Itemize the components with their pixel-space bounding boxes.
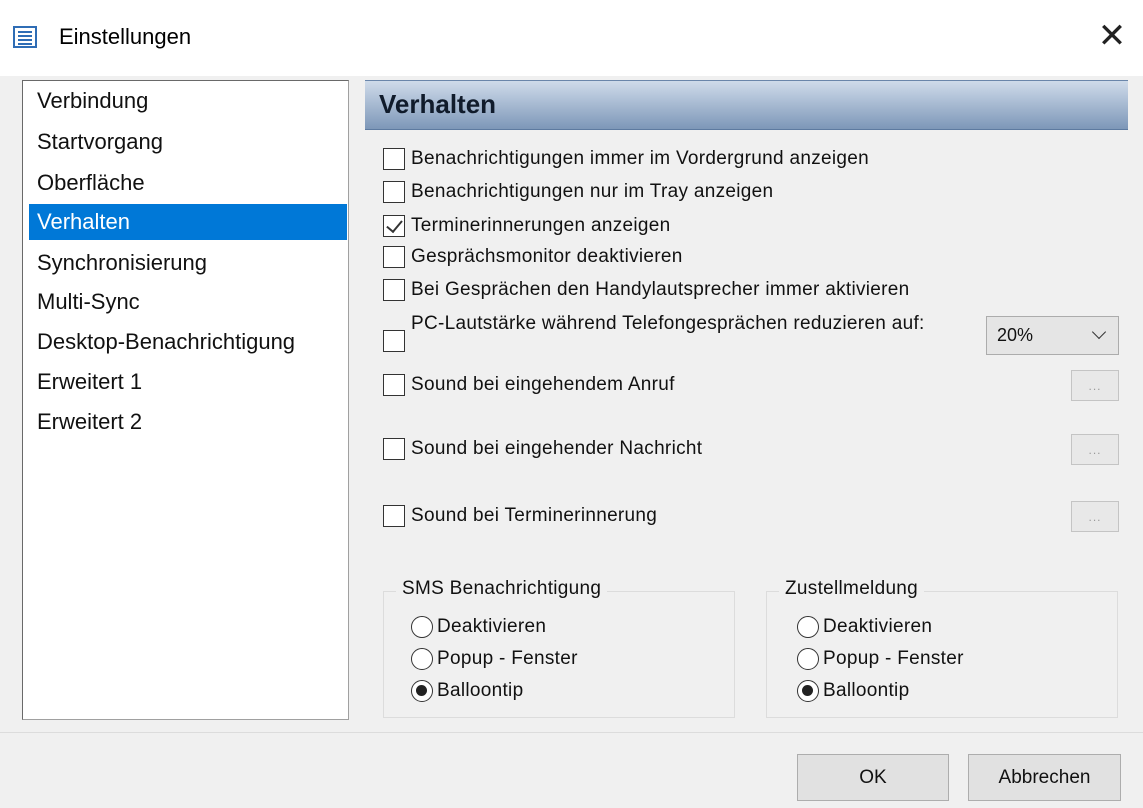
chevron-down-icon xyxy=(1091,324,1107,340)
radio-button[interactable] xyxy=(411,680,433,702)
checkbox-label: Terminerinnerungen anzeigen xyxy=(411,215,671,236)
radio-label: Deaktivieren xyxy=(437,616,547,637)
checkbox-label: Benachrichtigungen nur im Tray anzeigen xyxy=(411,181,774,202)
checkbox[interactable] xyxy=(383,505,405,527)
nav-item-verhalten[interactable]: Verhalten xyxy=(29,204,347,240)
option-disable-call-monitor[interactable]: Gesprächsmonitor deaktivieren xyxy=(383,242,683,272)
option-speakerphone-always[interactable]: Bei Gesprächen den Handylautsprecher imm… xyxy=(383,275,910,305)
option-show-reminders[interactable]: Terminerinnerungen anzeigen xyxy=(383,211,671,241)
radio-label: Deaktivieren xyxy=(823,616,933,637)
sms-radio-popup[interactable]: Popup - Fenster xyxy=(411,644,578,674)
delivery-report-group: Zustellmeldung Deaktivieren Popup - Fens… xyxy=(766,578,1118,718)
radio-label: Popup - Fenster xyxy=(823,648,964,669)
checkbox[interactable] xyxy=(383,330,405,352)
cancel-button[interactable]: Abbrechen xyxy=(968,754,1121,801)
nav-item-erweitert-1[interactable]: Erweitert 1 xyxy=(29,364,347,400)
nav-item-startvorgang[interactable]: Startvorgang xyxy=(29,124,347,160)
settings-list-icon xyxy=(13,26,37,48)
checkbox-label: Gesprächsmonitor deaktivieren xyxy=(411,246,683,267)
checkbox[interactable] xyxy=(383,374,405,396)
radio-button[interactable] xyxy=(797,680,819,702)
radio-label: Balloontip xyxy=(823,680,910,701)
delivery-radio-deaktivieren[interactable]: Deaktivieren xyxy=(797,612,932,642)
volume-level-dropdown[interactable]: 20% xyxy=(986,316,1119,355)
checkbox[interactable] xyxy=(383,148,405,170)
panel-header: Verhalten xyxy=(365,80,1128,130)
checkbox-label: Bei Gesprächen den Handylautsprecher imm… xyxy=(411,279,910,300)
radio-button[interactable] xyxy=(797,616,819,638)
checkbox[interactable] xyxy=(383,279,405,301)
browse-sound-reminder-button[interactable]: ... xyxy=(1071,501,1119,532)
option-notifications-foreground[interactable]: Benachrichtigungen immer im Vordergrund … xyxy=(383,144,869,174)
dialog-footer: OK Abbrechen xyxy=(0,732,1143,808)
radio-button[interactable] xyxy=(411,648,433,670)
nav-item-verbindung[interactable]: Verbindung xyxy=(29,83,347,119)
delivery-radio-popup[interactable]: Popup - Fenster xyxy=(797,644,964,674)
checkbox-label: Sound bei eingehendem Anruf xyxy=(411,374,675,395)
radio-label: Balloontip xyxy=(437,680,524,701)
option-sound-incoming-message[interactable]: Sound bei eingehender Nachricht xyxy=(383,434,702,464)
volume-level-value: 20% xyxy=(997,325,1034,345)
option-sound-incoming-call[interactable]: Sound bei eingehendem Anruf xyxy=(383,370,675,400)
close-button[interactable]: ✕ xyxy=(1095,18,1129,56)
option-sound-reminder[interactable]: Sound bei Terminerinnerung xyxy=(383,501,657,531)
checkbox[interactable] xyxy=(383,215,405,237)
panel-title: Verhalten xyxy=(379,89,497,119)
sms-notification-group: SMS Benachrichtigung Deaktivieren Popup … xyxy=(383,578,735,718)
sms-radio-deaktivieren[interactable]: Deaktivieren xyxy=(411,612,546,642)
window-title: Einstellungen xyxy=(59,24,192,49)
title-bar: Einstellungen ✕ xyxy=(0,0,1143,76)
radio-label: Popup - Fenster xyxy=(437,648,578,669)
option-notifications-tray-only[interactable]: Benachrichtigungen nur im Tray anzeigen xyxy=(383,177,773,207)
radio-button[interactable] xyxy=(411,616,433,638)
group-title: SMS Benachrichtigung xyxy=(396,578,608,600)
checkbox-label: Sound bei Terminerinnerung xyxy=(411,505,658,526)
checkbox-label: Benachrichtigungen immer im Vordergrund … xyxy=(411,148,869,169)
browse-sound-message-button[interactable]: ... xyxy=(1071,434,1119,465)
sms-radio-balloontip[interactable]: Balloontip xyxy=(411,676,523,706)
nav-item-multi-sync[interactable]: Multi-Sync xyxy=(29,284,347,320)
delivery-radio-balloontip[interactable]: Balloontip xyxy=(797,676,909,706)
ok-button[interactable]: OK xyxy=(797,754,949,801)
option-reduce-pc-volume[interactable] xyxy=(383,326,405,356)
checkbox[interactable] xyxy=(383,181,405,203)
nav-item-erweitert-2[interactable]: Erweitert 2 xyxy=(29,404,347,440)
checkbox[interactable] xyxy=(383,246,405,268)
nav-item-desktop-benachrichtigung[interactable]: Desktop-Benachrichtigung xyxy=(29,324,347,360)
checkbox-label: Sound bei eingehender Nachricht xyxy=(411,438,703,459)
group-title: Zustellmeldung xyxy=(779,578,925,600)
radio-button[interactable] xyxy=(797,648,819,670)
settings-nav-list[interactable]: Verbindung Startvorgang Oberfläche Verha… xyxy=(22,80,349,720)
nav-item-synchronisierung[interactable]: Synchronisierung xyxy=(29,245,347,281)
checkbox[interactable] xyxy=(383,438,405,460)
nav-item-oberflaeche[interactable]: Oberfläche xyxy=(29,165,347,201)
browse-sound-call-button[interactable]: ... xyxy=(1071,370,1119,401)
reduce-volume-label: PC-Lautstärke während Telefongesprächen … xyxy=(411,313,925,334)
